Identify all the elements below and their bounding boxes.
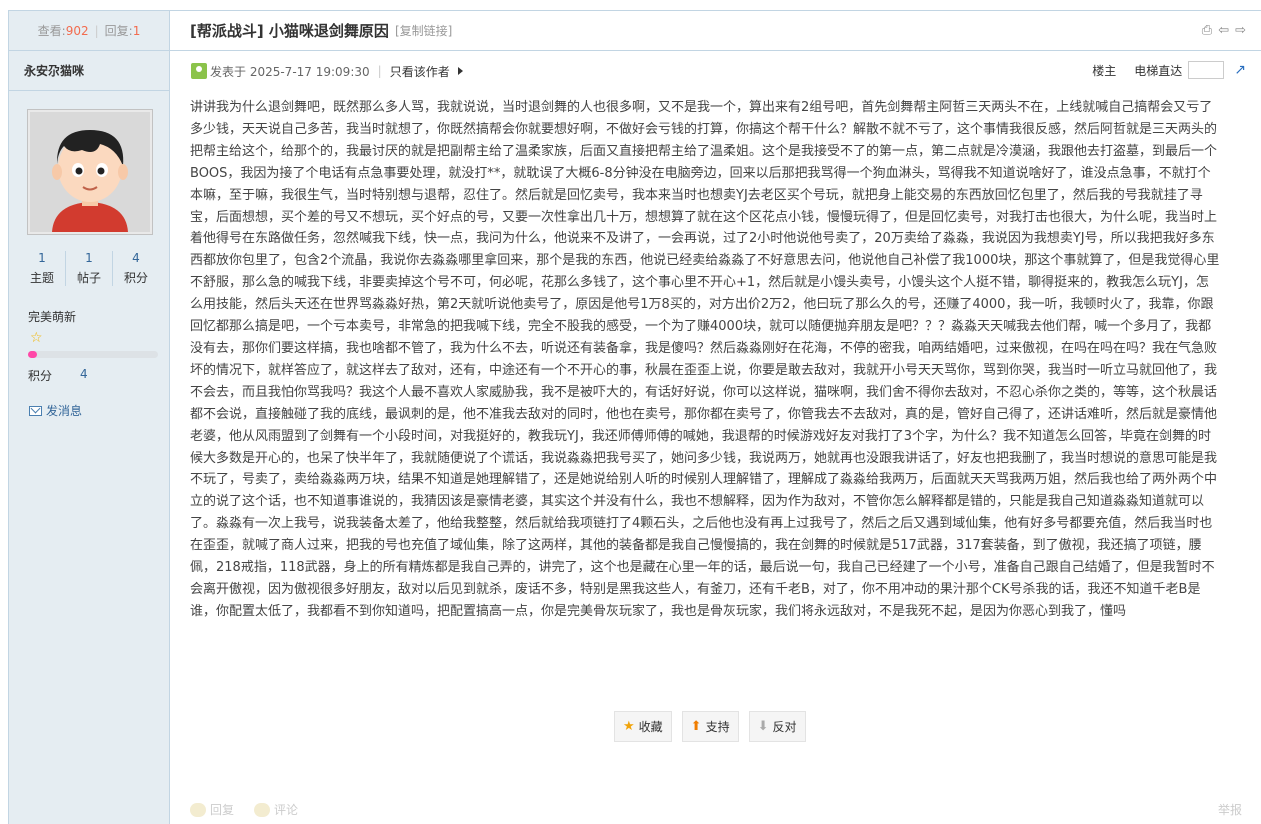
rank-progress-bar [28, 351, 158, 358]
arrow-right-icon [457, 67, 463, 75]
stat-points[interactable]: 4 积分 [113, 251, 159, 286]
print-icon[interactable]: ⎙ [1202, 23, 1212, 38]
stat-threads[interactable]: 1 主题 [19, 251, 66, 286]
author-stats: 1 主题 1 帖子 4 积分 [9, 251, 169, 286]
replies-label: 回复: [104, 24, 133, 38]
thumb-up-icon: ⬆ [690, 719, 702, 734]
divider: | [94, 23, 99, 38]
avatar[interactable] [27, 109, 153, 235]
floor-tools: 楼主 电梯直达 ↗ [1092, 61, 1246, 79]
thread-title: [帮派战斗] 小猫咪退剑舞原因 [190, 22, 389, 40]
oppose-button[interactable]: ⬇ 反对 [748, 711, 806, 742]
copy-link-button[interactable]: [复制链接] [395, 22, 452, 39]
post-container: 查看: 902 | 回复: 1 永安尕猫咪 1 主题 1 帖子 4 积分 完美萌… [8, 10, 1261, 824]
comment-link[interactable]: 评论 [254, 801, 298, 818]
points-label: 积分 [28, 369, 53, 383]
thread-counts: 查看: 902 | 回复: 1 [9, 11, 169, 51]
author-sidebar: 查看: 902 | 回复: 1 永安尕猫咪 1 主题 1 帖子 4 积分 完美萌… [9, 11, 170, 824]
go-arrow-icon[interactable]: ↗ [1234, 62, 1246, 78]
comment-icon [254, 802, 271, 817]
points-value: 4 [80, 367, 88, 381]
reply-link[interactable]: 回复 [190, 801, 234, 818]
reply-icon [190, 802, 206, 817]
floor-label: 楼主 [1092, 63, 1117, 78]
post-main: [帮派战斗] 小猫咪退剑舞原因 [复制链接] ⎙ ⇦ ⇨ 发表于 2025-7-… [170, 11, 1261, 824]
divider: | [377, 64, 382, 78]
post-actions: ★ 收藏 ⬆ 支持 ⬇ 反对 [614, 711, 806, 742]
jump-label: 电梯直达 [1134, 63, 1183, 78]
prev-thread-icon[interactable]: ⇦ [1218, 23, 1229, 38]
online-status-icon [191, 63, 207, 79]
post-date: 发表于 2025-7-17 19:09:30 [210, 64, 370, 79]
post-info-bar: 发表于 2025-7-17 19:09:30 | 只看该作者 楼主 电梯直达 ↗ [170, 51, 1261, 91]
views-count: 902 [65, 23, 89, 38]
floor-jump-input[interactable] [1188, 61, 1225, 79]
star-icon: ★ [623, 719, 635, 734]
star-icon: ☆ [30, 330, 43, 346]
send-message-link[interactable]: 发消息 [29, 402, 169, 419]
stat-posts[interactable]: 1 帖子 [66, 251, 113, 286]
mail-icon [29, 405, 42, 416]
report-link[interactable]: 举报 [1218, 801, 1242, 818]
user-rank[interactable]: 完美萌新 [28, 308, 169, 325]
thread-header: [帮派战斗] 小猫咪退剑舞原因 [复制链接] ⎙ ⇦ ⇨ [170, 11, 1261, 51]
default-avatar-icon [30, 112, 150, 232]
replies-count: 1 [132, 23, 141, 38]
next-thread-icon[interactable]: ⇨ [1235, 23, 1246, 38]
post-body: 讲讲我为什么退剑舞吧，既然那么多人骂，我就说说，当时退剑舞的人也很多啊，又不是我… [190, 100, 1220, 619]
points-row: 积分 4 [28, 367, 169, 384]
author-name[interactable]: 永安尕猫咪 [9, 51, 169, 91]
only-author-link[interactable]: 只看该作者 [390, 63, 450, 80]
favorite-button[interactable]: ★ 收藏 [614, 711, 672, 742]
support-button[interactable]: ⬆ 支持 [681, 711, 739, 742]
post-footer: 回复 评论 [190, 801, 298, 818]
header-tools: ⎙ ⇦ ⇨ [1202, 23, 1246, 38]
views-label: 查看: [37, 24, 66, 38]
rank-progress-fill [28, 351, 38, 358]
thumb-down-icon: ⬇ [757, 719, 769, 734]
